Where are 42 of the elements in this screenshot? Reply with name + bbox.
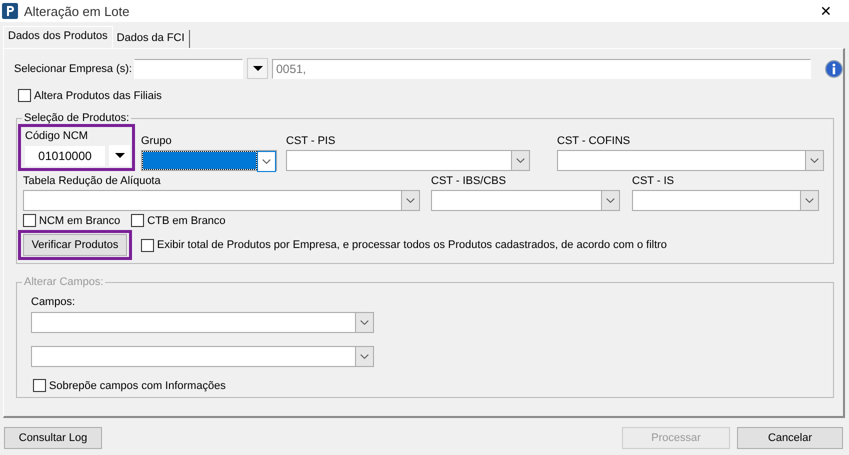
chevron-icon	[355, 347, 373, 366]
field-label: CST - IBS/CBS	[431, 174, 507, 189]
dropdown-button[interactable]	[247, 58, 268, 79]
field-label: CST - IS	[632, 174, 675, 189]
chevron-icon	[257, 151, 276, 172]
checkbox-label: CTB em Branco	[147, 214, 226, 226]
field-label: Código NCM	[25, 130, 88, 142]
company-field[interactable]	[134, 58, 244, 78]
chevron-icon	[511, 151, 529, 170]
chevron-icon	[401, 191, 419, 210]
group-title: Seleção de Produtos:	[23, 112, 130, 124]
checkbox[interactable]	[23, 214, 36, 227]
checkbox[interactable]	[18, 89, 31, 102]
field-label: Tabela Redução de Alíquota	[23, 174, 162, 189]
checkbox[interactable]	[141, 238, 154, 252]
field-label: Grupo	[141, 134, 173, 149]
checkbox-label: Sobrepõe campos com Informações	[49, 380, 226, 392]
ncm-field[interactable]: 01010000	[25, 146, 105, 166]
checkbox-label: Exibir total de Produtos por Empresa, e processar todos os Produtos cadastrados, de acordo com o filtro	[157, 239, 667, 251]
company-codes-field[interactable]: 0051,	[272, 58, 812, 78]
chevron-icon	[805, 151, 823, 170]
checkbox-label: Altera Produtos das Filiais	[34, 90, 162, 102]
info-icon[interactable]	[825, 60, 843, 78]
field-label: Selecionar Empresa (s):	[14, 62, 132, 74]
verify-products-button[interactable]: Verificar Produtos	[23, 234, 127, 256]
chevron-icon	[800, 191, 818, 210]
chevron-icon	[355, 313, 373, 332]
footer-button[interactable]: Consultar Log	[4, 427, 102, 449]
group-title: Alterar Campos:	[23, 276, 104, 288]
close-button[interactable]: ✕	[811, 3, 841, 19]
checkbox-label: NCM em Branco	[39, 214, 120, 226]
field-label: CST - COFINS	[557, 134, 632, 149]
window-title: Alteração em Lote	[24, 4, 131, 18]
tab[interactable]: Dados da FCI	[112, 30, 190, 48]
field-label: Campos:	[31, 295, 76, 310]
dropdown-button[interactable]	[109, 145, 130, 166]
footer-button[interactable]: Cancelar	[737, 427, 843, 449]
chevron-icon	[601, 191, 619, 210]
checkbox[interactable]	[131, 214, 144, 227]
field-label: CST - PIS	[286, 134, 336, 149]
tab[interactable]: Dados dos Produtos	[3, 26, 113, 48]
combo-box[interactable]	[141, 150, 277, 171]
